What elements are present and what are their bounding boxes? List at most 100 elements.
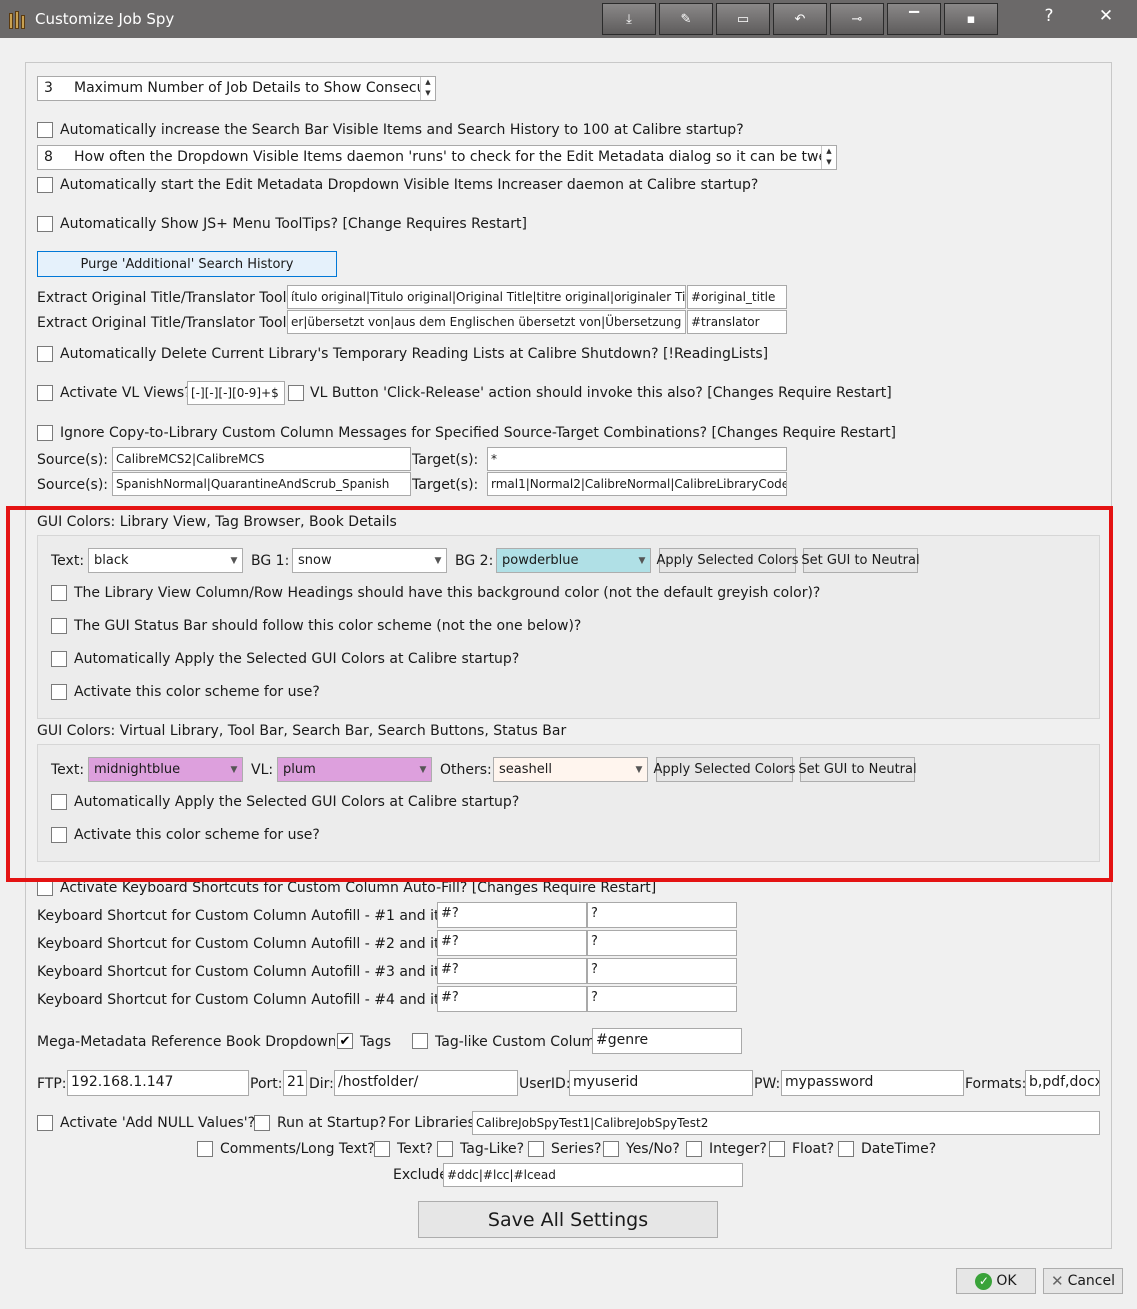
kb-column-input[interactable]: #?: [437, 986, 587, 1012]
tags-label: Tags: [360, 1034, 391, 1050]
help-icon[interactable]: ?: [1034, 6, 1064, 26]
kb-value-input[interactable]: ?: [587, 902, 737, 928]
taglike-label: Tag-like Custom Columi: [435, 1034, 592, 1050]
vl-views-checkbox[interactable]: [37, 385, 53, 401]
userid-input[interactable]: myuserid: [569, 1070, 753, 1096]
run-at-startup-label: Run at Startup?: [277, 1115, 387, 1131]
undo-icon[interactable]: ↶: [773, 3, 827, 35]
comments-label: Comments/Long Text?: [220, 1141, 375, 1157]
yesno-type-checkbox[interactable]: [603, 1141, 619, 1157]
keyboard-shortcuts-checkbox[interactable]: [37, 880, 53, 896]
integer-type-label: Integer?: [709, 1141, 767, 1157]
kb-shortcut-label: Keyboard Shortcut for Custom Column Auto…: [37, 908, 437, 924]
max-details-spinner[interactable]: 3 Maximum Number of Job Details to Show …: [37, 76, 436, 101]
text-type-checkbox[interactable]: [374, 1141, 390, 1157]
cancel-button[interactable]: ✕ Cancel: [1043, 1268, 1123, 1294]
spinner-arrows-icon[interactable]: ▲ ▼: [821, 146, 836, 169]
mega-metadata-label: Mega-Metadata Reference Book Dropdown H: [37, 1034, 335, 1050]
comments-checkbox[interactable]: [197, 1141, 213, 1157]
datetime-type-label: DateTime?: [861, 1141, 937, 1157]
kb-column-input[interactable]: #?: [437, 930, 587, 956]
vl-views-regex-input[interactable]: [-][-][-][0-9]+$: [187, 381, 285, 405]
js-tooltips-label: Automatically Show JS+ Menu ToolTips? [C…: [60, 216, 527, 232]
port-label: Port:: [250, 1076, 283, 1092]
kb-column-input[interactable]: #?: [437, 902, 587, 928]
daemon-frequency-value: 8: [44, 149, 53, 165]
ok-button[interactable]: ✓ OK: [956, 1268, 1036, 1294]
delete-reading-lists-label: Automatically Delete Current Library's T…: [60, 346, 769, 362]
port-input[interactable]: 21: [283, 1070, 307, 1096]
genre-column-input[interactable]: #genre: [592, 1028, 742, 1054]
daemon-start-checkbox[interactable]: [37, 177, 53, 193]
purge-history-button[interactable]: Purge 'Additional' Search History: [37, 251, 337, 277]
exclude-label: Exclude: [393, 1167, 448, 1183]
kb-column-input[interactable]: #?: [437, 958, 587, 984]
pin-icon[interactable]: ⊸: [830, 3, 884, 35]
tools-icon[interactable]: ✎: [659, 3, 713, 35]
cancel-label: Cancel: [1067, 1273, 1115, 1289]
extract-title-input[interactable]: ítulo original|Titulo original|Original …: [287, 285, 686, 309]
userid-label: UserID:: [519, 1076, 571, 1092]
kb-shortcut-label: Keyboard Shortcut for Custom Column Auto…: [37, 992, 437, 1008]
password-input[interactable]: mypassword: [781, 1070, 964, 1096]
target-input[interactable]: rmal1|Normal2|CalibreNormal|CalibreLibra…: [487, 472, 787, 496]
close-icon[interactable]: ✕: [1091, 6, 1121, 26]
taglike-checkbox[interactable]: [412, 1033, 428, 1049]
series-type-checkbox[interactable]: [528, 1141, 544, 1157]
spinner-arrows-icon[interactable]: ▲ ▼: [420, 77, 435, 100]
target-label: Target(s):: [412, 477, 479, 493]
formats-label: Formats:: [965, 1076, 1027, 1092]
js-tooltips-checkbox[interactable]: [37, 216, 53, 232]
minimize-icon[interactable]: ▔: [887, 3, 941, 35]
target-label: Target(s):: [412, 452, 479, 468]
dir-input[interactable]: /hostfolder/: [334, 1070, 518, 1096]
series-type-label: Series?: [551, 1141, 602, 1157]
taglike-type-checkbox[interactable]: [437, 1141, 453, 1157]
search-bar-increase-checkbox[interactable]: [37, 122, 53, 138]
daemon-frequency-spinner[interactable]: 8 How often the Dropdown Visible Items d…: [37, 145, 837, 170]
ignore-copy-checkbox[interactable]: [37, 425, 53, 441]
kb-value-input[interactable]: ?: [587, 986, 737, 1012]
kb-shortcut-label: Keyboard Shortcut for Custom Column Auto…: [37, 936, 437, 952]
yesno-type-label: Yes/No?: [626, 1141, 680, 1157]
max-details-label: Maximum Number of Job Details to Show Co…: [74, 80, 420, 96]
float-type-checkbox[interactable]: [769, 1141, 785, 1157]
integer-type-checkbox[interactable]: [686, 1141, 702, 1157]
vl-click-release-label: VL Button 'Click-Release' action should …: [310, 385, 892, 401]
save-all-settings-button[interactable]: Save All Settings: [418, 1201, 718, 1238]
float-type-label: Float?: [792, 1141, 835, 1157]
text-type-label: Text?: [397, 1141, 433, 1157]
kb-value-input[interactable]: ?: [587, 930, 737, 956]
run-at-startup-checkbox[interactable]: [254, 1115, 270, 1131]
window-icon[interactable]: ▭: [716, 3, 770, 35]
delete-reading-lists-checkbox[interactable]: [37, 346, 53, 362]
null-values-checkbox[interactable]: [37, 1115, 53, 1131]
window-title: Customize Job Spy: [35, 10, 175, 28]
datetime-type-checkbox[interactable]: [838, 1141, 854, 1157]
collapse-icon[interactable]: ⤓: [602, 3, 656, 35]
app-icon: [9, 9, 29, 29]
target-input[interactable]: *: [487, 447, 787, 471]
cancel-x-icon: ✕: [1050, 1272, 1064, 1290]
extract-translator-column-input[interactable]: #translator: [687, 310, 787, 334]
libraries-input[interactable]: CalibreJobSpyTest1|CalibreJobSpyTest2: [472, 1111, 1100, 1135]
ftp-host-input[interactable]: 192.168.1.147: [67, 1070, 249, 1096]
highlight-box: [6, 506, 1113, 882]
extract-label: Extract Original Title/Translator Tool:: [37, 315, 292, 331]
extract-translator-input[interactable]: er|übersetzt von|aus dem Englischen über…: [287, 310, 686, 334]
kb-value-input[interactable]: ?: [587, 958, 737, 984]
taglike-type-label: Tag-Like?: [460, 1141, 525, 1157]
source-input[interactable]: SpanishNormal|QuarantineAndScrub_Spanish: [112, 472, 411, 496]
daemon-start-label: Automatically start the Edit Metadata Dr…: [60, 177, 759, 193]
tags-checkbox[interactable]: ✔: [337, 1033, 353, 1049]
ftp-label: FTP:: [37, 1076, 67, 1092]
source-input[interactable]: CalibreMCS2|CalibreMCS: [112, 447, 411, 471]
vl-click-release-checkbox[interactable]: [288, 385, 304, 401]
extract-title-column-input[interactable]: #original_title: [687, 285, 787, 309]
dir-label: Dir:: [309, 1076, 334, 1092]
restore-icon[interactable]: ▪: [944, 3, 998, 35]
max-details-value: 3: [44, 80, 53, 96]
exclude-input[interactable]: #ddc|#lcc|#lcead: [443, 1163, 743, 1187]
formats-input[interactable]: b,pdf,docx: [1025, 1070, 1100, 1096]
null-values-label: Activate 'Add NULL Values'?: [60, 1115, 256, 1131]
